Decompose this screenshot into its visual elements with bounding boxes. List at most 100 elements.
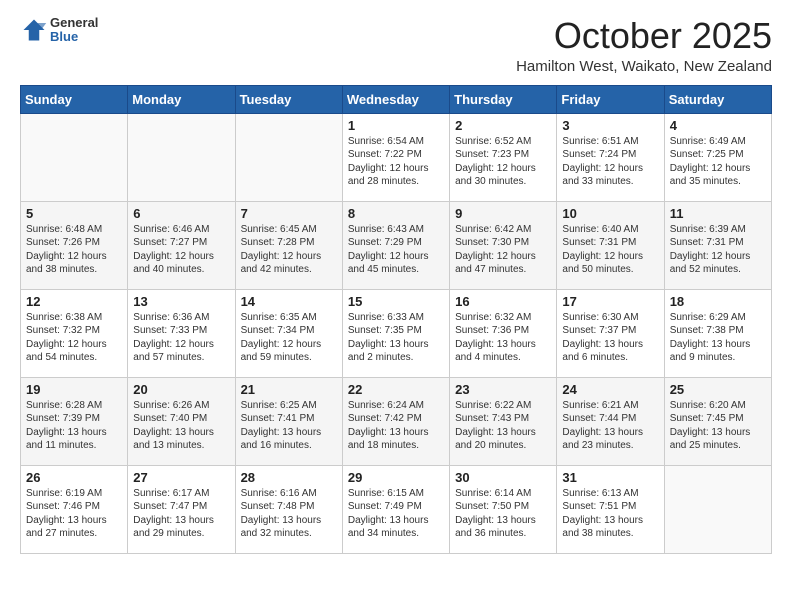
day-number: 28 <box>241 470 337 485</box>
day-number: 16 <box>455 294 551 309</box>
day-number: 10 <box>562 206 658 221</box>
day-number: 29 <box>348 470 444 485</box>
day-info: Sunrise: 6:36 AM Sunset: 7:33 PM Dayligh… <box>133 311 229 365</box>
calendar-week-2: 5 Sunrise: 6:48 AM Sunset: 7:26 PM Daylig… <box>21 201 772 289</box>
calendar-cell: 31 Sunrise: 6:13 AM Sunset: 7:51 PM Dayli… <box>557 465 664 553</box>
calendar-cell: 13Sunrise: 6:36 AM Sunset: 7:33 PM Dayli… <box>128 289 235 377</box>
day-number: 24 <box>562 382 658 397</box>
calendar-cell: 29 Sunrise: 6:15 AM Sunset: 7:49 PM Dayli… <box>342 465 449 553</box>
day-info: Sunrise: 6:28 AM Sunset: 7:39 PM Dayligh… <box>26 399 122 453</box>
calendar-cell: 3 Sunrise: 6:51 AM Sunset: 7:24 PM Daylig… <box>557 113 664 201</box>
day-info: Sunrise: 6:32 AM Sunset: 7:36 PM Dayligh… <box>455 311 551 365</box>
calendar-table: SundayMondayTuesdayWednesdayThursdayFrid… <box>20 85 772 554</box>
day-number: 17 <box>562 294 658 309</box>
calendar-week-5: 26 Sunrise: 6:19 AM Sunset: 7:46 PM Dayli… <box>21 465 772 553</box>
day-info: Sunrise: 6:33 AM Sunset: 7:35 PM Dayligh… <box>348 311 444 365</box>
day-number: 30 <box>455 470 551 485</box>
weekday-header-monday: Monday <box>128 85 235 113</box>
calendar-cell: 14 Sunrise: 6:35 AM Sunset: 7:34 PM Dayli… <box>235 289 342 377</box>
title-section: October 2025 Hamilton West, Waikato, New… <box>516 16 772 75</box>
calendar-cell <box>664 465 771 553</box>
calendar-cell: 9 Sunrise: 6:42 AM Sunset: 7:30 PM Daylig… <box>450 201 557 289</box>
calendar-week-1: 1 Sunrise: 6:54 AM Sunset: 7:22 PM Daylig… <box>21 113 772 201</box>
day-info: Sunrise: 6:49 AM Sunset: 7:25 PM Dayligh… <box>670 135 766 189</box>
day-number: 25 <box>670 382 766 397</box>
day-info: Sunrise: 6:38 AM Sunset: 7:32 PM Dayligh… <box>26 311 122 365</box>
calendar-cell: 2Sunrise: 6:52 AM Sunset: 7:23 PM Daylig… <box>450 113 557 201</box>
calendar-week-3: 12 Sunrise: 6:38 AM Sunset: 7:32 PM Dayli… <box>21 289 772 377</box>
calendar-cell: 12 Sunrise: 6:38 AM Sunset: 7:32 PM Dayli… <box>21 289 128 377</box>
day-number: 22 <box>348 382 444 397</box>
day-number: 20 <box>133 382 229 397</box>
calendar-cell: 8Sunrise: 6:43 AM Sunset: 7:29 PM Daylig… <box>342 201 449 289</box>
day-info: Sunrise: 6:35 AM Sunset: 7:34 PM Dayligh… <box>241 311 337 365</box>
day-number: 2 <box>455 118 551 133</box>
day-info: Sunrise: 6:21 AM Sunset: 7:44 PM Dayligh… <box>562 399 658 453</box>
day-info: Sunrise: 6:13 AM Sunset: 7:51 PM Dayligh… <box>562 487 658 541</box>
day-number: 26 <box>26 470 122 485</box>
page: General Blue October 2025 Hamilton West,… <box>0 0 792 612</box>
day-info: Sunrise: 6:24 AM Sunset: 7:42 PM Dayligh… <box>348 399 444 453</box>
calendar-cell: 6Sunrise: 6:46 AM Sunset: 7:27 PM Daylig… <box>128 201 235 289</box>
day-info: Sunrise: 6:30 AM Sunset: 7:37 PM Dayligh… <box>562 311 658 365</box>
day-info: Sunrise: 6:46 AM Sunset: 7:27 PM Dayligh… <box>133 223 229 277</box>
logo-blue-text: Blue <box>50 30 98 44</box>
weekday-header-wednesday: Wednesday <box>342 85 449 113</box>
day-info: Sunrise: 6:14 AM Sunset: 7:50 PM Dayligh… <box>455 487 551 541</box>
calendar-cell: 30 Sunrise: 6:14 AM Sunset: 7:50 PM Dayli… <box>450 465 557 553</box>
calendar-cell <box>21 113 128 201</box>
day-info: Sunrise: 6:39 AM Sunset: 7:31 PM Dayligh… <box>670 223 766 277</box>
calendar-cell: 27 Sunrise: 6:17 AM Sunset: 7:47 PM Dayli… <box>128 465 235 553</box>
day-number: 1 <box>348 118 444 133</box>
calendar-cell: 22 Sunrise: 6:24 AM Sunset: 7:42 PM Dayli… <box>342 377 449 465</box>
day-info: Sunrise: 6:20 AM Sunset: 7:45 PM Dayligh… <box>670 399 766 453</box>
weekday-header-friday: Friday <box>557 85 664 113</box>
calendar-cell: 21 Sunrise: 6:25 AM Sunset: 7:41 PM Dayli… <box>235 377 342 465</box>
day-number: 5 <box>26 206 122 221</box>
day-info: Sunrise: 6:15 AM Sunset: 7:49 PM Dayligh… <box>348 487 444 541</box>
day-number: 21 <box>241 382 337 397</box>
day-info: Sunrise: 6:54 AM Sunset: 7:22 PM Dayligh… <box>348 135 444 189</box>
day-number: 3 <box>562 118 658 133</box>
logo: General Blue <box>20 16 98 45</box>
month-title: October 2025 <box>516 16 772 56</box>
day-info: Sunrise: 6:42 AM Sunset: 7:30 PM Dayligh… <box>455 223 551 277</box>
calendar-cell: 23Sunrise: 6:22 AM Sunset: 7:43 PM Dayli… <box>450 377 557 465</box>
day-info: Sunrise: 6:45 AM Sunset: 7:28 PM Dayligh… <box>241 223 337 277</box>
day-number: 23 <box>455 382 551 397</box>
day-info: Sunrise: 6:17 AM Sunset: 7:47 PM Dayligh… <box>133 487 229 541</box>
day-number: 7 <box>241 206 337 221</box>
weekday-header-tuesday: Tuesday <box>235 85 342 113</box>
day-info: Sunrise: 6:29 AM Sunset: 7:38 PM Dayligh… <box>670 311 766 365</box>
calendar-cell: 11 Sunrise: 6:39 AM Sunset: 7:31 PM Dayli… <box>664 201 771 289</box>
day-number: 15 <box>348 294 444 309</box>
weekday-header-sunday: Sunday <box>21 85 128 113</box>
day-info: Sunrise: 6:19 AM Sunset: 7:46 PM Dayligh… <box>26 487 122 541</box>
logo-icon <box>20 16 48 44</box>
weekday-header-row: SundayMondayTuesdayWednesdayThursdayFrid… <box>21 85 772 113</box>
calendar-cell: 20Sunrise: 6:26 AM Sunset: 7:40 PM Dayli… <box>128 377 235 465</box>
day-info: Sunrise: 6:48 AM Sunset: 7:26 PM Dayligh… <box>26 223 122 277</box>
day-info: Sunrise: 6:25 AM Sunset: 7:41 PM Dayligh… <box>241 399 337 453</box>
calendar-week-4: 19Sunrise: 6:28 AM Sunset: 7:39 PM Dayli… <box>21 377 772 465</box>
day-number: 27 <box>133 470 229 485</box>
day-number: 11 <box>670 206 766 221</box>
calendar-cell: 28Sunrise: 6:16 AM Sunset: 7:48 PM Dayli… <box>235 465 342 553</box>
calendar-cell: 4Sunrise: 6:49 AM Sunset: 7:25 PM Daylig… <box>664 113 771 201</box>
day-number: 31 <box>562 470 658 485</box>
day-number: 12 <box>26 294 122 309</box>
day-number: 9 <box>455 206 551 221</box>
day-info: Sunrise: 6:51 AM Sunset: 7:24 PM Dayligh… <box>562 135 658 189</box>
logo-text: General Blue <box>50 16 98 45</box>
calendar-cell: 17 Sunrise: 6:30 AM Sunset: 7:37 PM Dayli… <box>557 289 664 377</box>
calendar-cell <box>128 113 235 201</box>
calendar-cell: 5 Sunrise: 6:48 AM Sunset: 7:26 PM Daylig… <box>21 201 128 289</box>
logo-general-text: General <box>50 16 98 30</box>
calendar-cell: 1 Sunrise: 6:54 AM Sunset: 7:22 PM Daylig… <box>342 113 449 201</box>
calendar-cell: 15 Sunrise: 6:33 AM Sunset: 7:35 PM Dayli… <box>342 289 449 377</box>
day-number: 14 <box>241 294 337 309</box>
weekday-header-saturday: Saturday <box>664 85 771 113</box>
day-number: 8 <box>348 206 444 221</box>
header: General Blue October 2025 Hamilton West,… <box>20 16 772 75</box>
calendar-cell: 16 Sunrise: 6:32 AM Sunset: 7:36 PM Dayli… <box>450 289 557 377</box>
